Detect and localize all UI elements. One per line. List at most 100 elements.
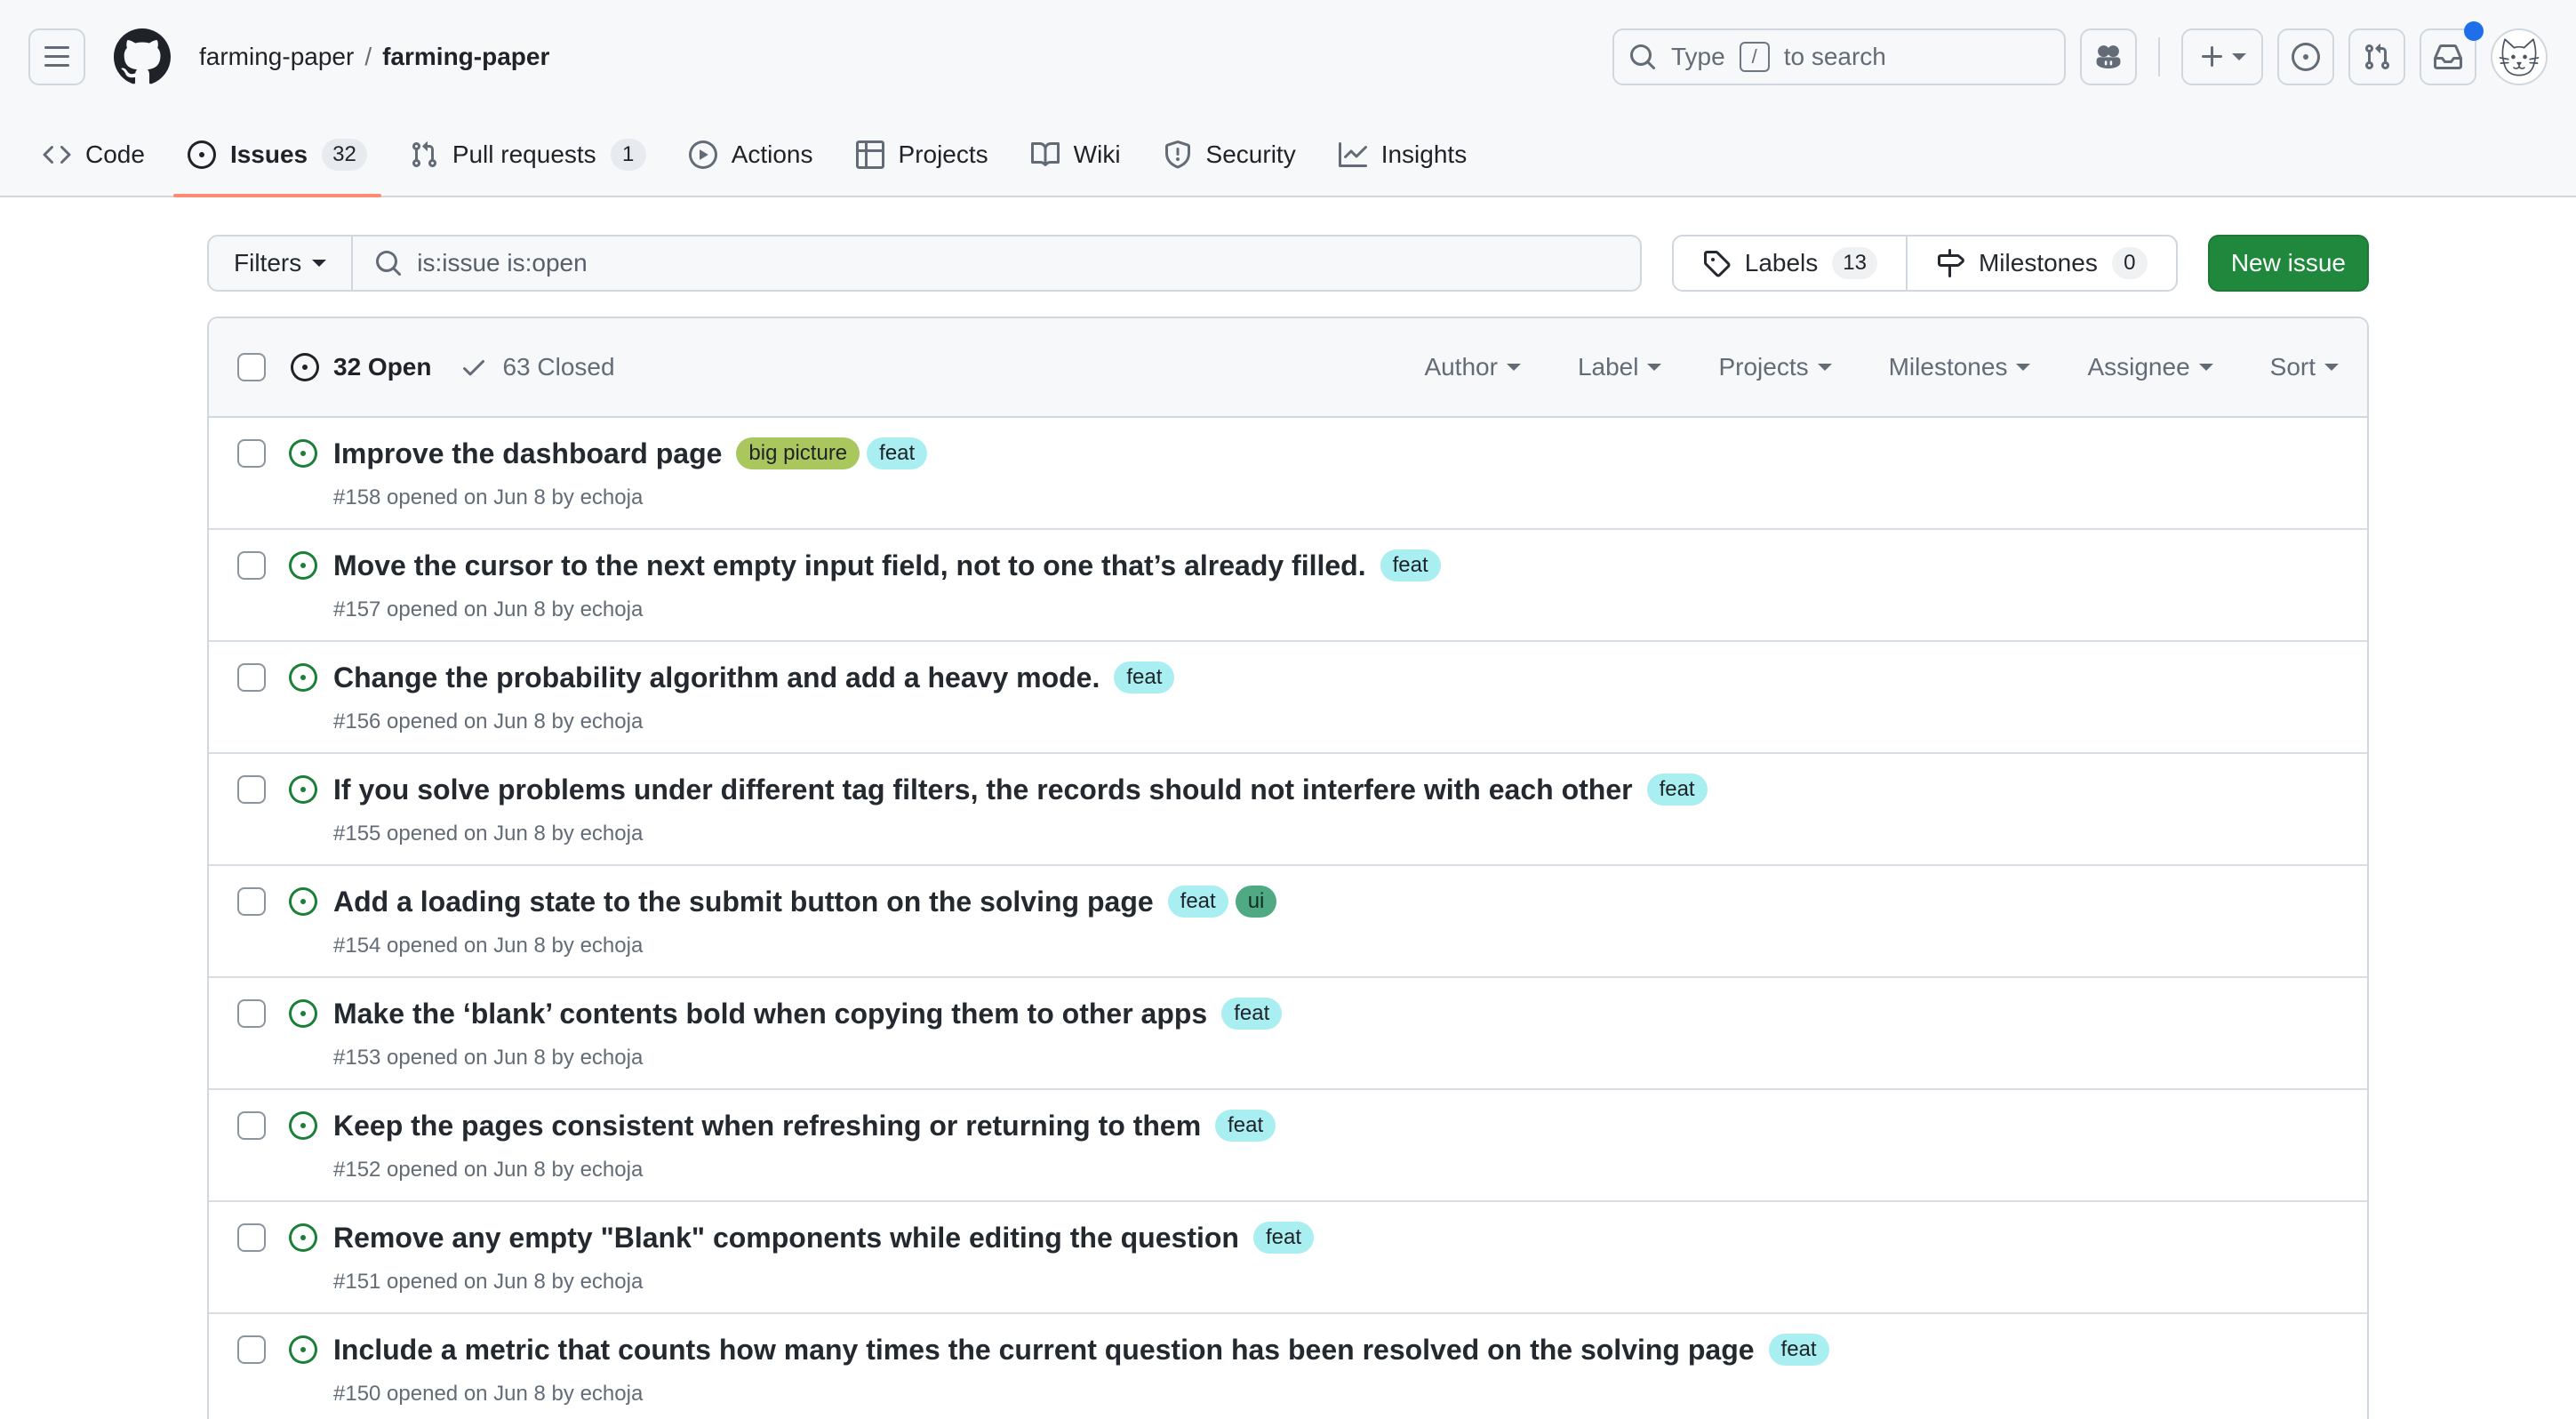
tab-security[interactable]: Security (1149, 114, 1310, 196)
filter-menu-projects[interactable]: Projects (1718, 353, 1831, 381)
issue-checkbox[interactable] (237, 1335, 266, 1364)
milestones-count: 0 (2112, 247, 2148, 279)
issue-checkbox[interactable] (237, 1223, 266, 1252)
issue-checkbox[interactable] (237, 999, 266, 1028)
issue-label[interactable]: ui (1236, 886, 1277, 918)
filter-menu-label[interactable]: Label (1578, 353, 1662, 381)
issue-title[interactable]: Make the ‘blank’ contents bold when copy… (333, 992, 1207, 1035)
issue-label[interactable]: big picture (736, 437, 860, 469)
filter-menu-author[interactable]: Author (1424, 353, 1521, 381)
issue-checkbox[interactable] (237, 1111, 266, 1140)
labels-button[interactable]: Labels 13 (1674, 236, 1906, 290)
issue-title[interactable]: Improve the dashboard page (333, 432, 722, 475)
issue-label[interactable]: feat (1769, 1334, 1829, 1366)
tab-issues[interactable]: Issues 32 (173, 114, 381, 196)
filter-menu-label: Milestones (1889, 353, 2008, 381)
tab-code[interactable]: Code (28, 114, 159, 196)
filters-dropdown-button[interactable]: Filters (207, 235, 353, 292)
your-issues-button[interactable] (2277, 28, 2334, 85)
chevron-down-icon (2016, 364, 2030, 378)
hamburger-menu-button[interactable] (28, 28, 85, 85)
issue-opened-icon (289, 663, 317, 692)
search-icon (1628, 43, 1657, 71)
issue-labels: feat (1769, 1334, 1829, 1366)
issue-checkbox[interactable] (237, 663, 266, 692)
issue-title[interactable]: Add a loading state to the submit button… (333, 880, 1154, 923)
filter-menu-label: Author (1424, 353, 1498, 381)
issue-meta: #152 opened on Jun 8 by echoja (333, 1154, 1276, 1186)
filter-menu-sort[interactable]: Sort (2270, 353, 2339, 381)
new-issue-button[interactable]: New issue (2208, 235, 2369, 292)
issue-label[interactable]: feat (1253, 1222, 1314, 1254)
issue-row: Change the probability algorithm and add… (209, 642, 2367, 754)
issue-checkbox[interactable] (237, 775, 266, 804)
issue-labels: feat (1221, 998, 1282, 1030)
milestones-label: Milestones (1979, 249, 2098, 277)
issue-label[interactable]: feat (1221, 998, 1282, 1030)
issue-label[interactable]: feat (1168, 886, 1228, 918)
global-search-input[interactable]: Type / to search (1612, 28, 2066, 85)
open-issues-toggle[interactable]: 32 Open (291, 353, 431, 381)
tab-label: Security (1206, 140, 1296, 169)
issue-title[interactable]: If you solve problems under different ta… (333, 768, 1633, 811)
breadcrumb-repo[interactable]: farming-paper (382, 43, 549, 71)
issue-labels: feat (1253, 1222, 1314, 1254)
tab-label: Wiki (1074, 140, 1121, 169)
github-logo[interactable] (114, 28, 171, 85)
copilot-button[interactable] (2080, 28, 2137, 85)
closed-issues-toggle[interactable]: 63 Closed (460, 353, 614, 381)
git-pull-request-icon (2363, 43, 2391, 71)
tab-label: Issues (230, 140, 308, 169)
issue-label[interactable]: feat (1647, 774, 1708, 806)
issue-title[interactable]: Change the probability algorithm and add… (333, 656, 1100, 699)
issue-opened-icon (289, 775, 317, 804)
issue-title[interactable]: Move the cursor to the next empty input … (333, 544, 1366, 587)
filter-menu-assignee[interactable]: Assignee (2087, 353, 2212, 381)
issue-title[interactable]: Keep the pages consistent when refreshin… (333, 1104, 1201, 1147)
issue-row-main: Remove any empty "Blank" components whil… (333, 1216, 1314, 1298)
breadcrumb-owner[interactable]: farming-paper (199, 43, 354, 71)
issue-row-main: Move the cursor to the next empty input … (333, 544, 1441, 626)
issue-labels: feat (1380, 549, 1441, 581)
repo-nav: Code Issues 32 Pull requests 1 Actions P… (0, 114, 2576, 197)
issue-checkbox[interactable] (237, 551, 266, 580)
issue-opened-icon (289, 1223, 317, 1252)
your-pull-requests-button[interactable] (2348, 28, 2405, 85)
filter-menu-milestones[interactable]: Milestones (1889, 353, 2031, 381)
tab-actions[interactable]: Actions (675, 114, 828, 196)
tab-insights[interactable]: Insights (1324, 114, 1482, 196)
select-all-checkbox[interactable] (237, 353, 266, 381)
header-actions: Type / to search (1612, 28, 2548, 85)
issue-row: Improve the dashboard page big picturefe… (209, 418, 2367, 530)
issue-label[interactable]: feat (867, 437, 927, 469)
copilot-icon (2094, 43, 2123, 71)
filter-menu-label: Assignee (2087, 353, 2189, 381)
issue-list: Improve the dashboard page big picturefe… (209, 418, 2367, 1419)
issue-meta: #153 opened on Jun 8 by echoja (333, 1042, 1282, 1074)
create-new-button[interactable] (2181, 28, 2263, 85)
milestones-button[interactable]: Milestones 0 (1906, 236, 2176, 290)
issue-label[interactable]: feat (1215, 1110, 1276, 1142)
issue-title[interactable]: Remove any empty "Blank" components whil… (333, 1216, 1239, 1259)
app-header: farming-paper / farming-paper Type / to … (0, 0, 2576, 114)
issue-checkbox[interactable] (237, 887, 266, 916)
user-avatar[interactable] (2491, 28, 2548, 85)
issue-row: Add a loading state to the submit button… (209, 866, 2367, 978)
issue-title[interactable]: Include a metric that counts how many ti… (333, 1328, 1755, 1371)
issue-label[interactable]: feat (1114, 661, 1174, 693)
tab-wiki[interactable]: Wiki (1017, 114, 1135, 196)
tab-pull-requests[interactable]: Pull requests 1 (396, 114, 660, 196)
tab-label: Insights (1381, 140, 1468, 169)
tab-projects[interactable]: Projects (842, 114, 1003, 196)
graph-icon (1339, 140, 1367, 169)
tab-label: Code (85, 140, 145, 169)
issue-checkbox[interactable] (237, 439, 266, 468)
issue-label[interactable]: feat (1380, 549, 1441, 581)
issues-list-container: 32 Open 63 Closed Author Label Projects … (207, 317, 2369, 1419)
issue-row: Make the ‘blank’ contents bold when copy… (209, 978, 2367, 1090)
labels-label: Labels (1745, 249, 1819, 277)
git-pull-request-icon (410, 140, 438, 169)
avatar-cat-sketch (2492, 30, 2546, 84)
issue-meta: #151 opened on Jun 8 by echoja (333, 1266, 1314, 1298)
issues-search-input[interactable] (417, 249, 1619, 277)
